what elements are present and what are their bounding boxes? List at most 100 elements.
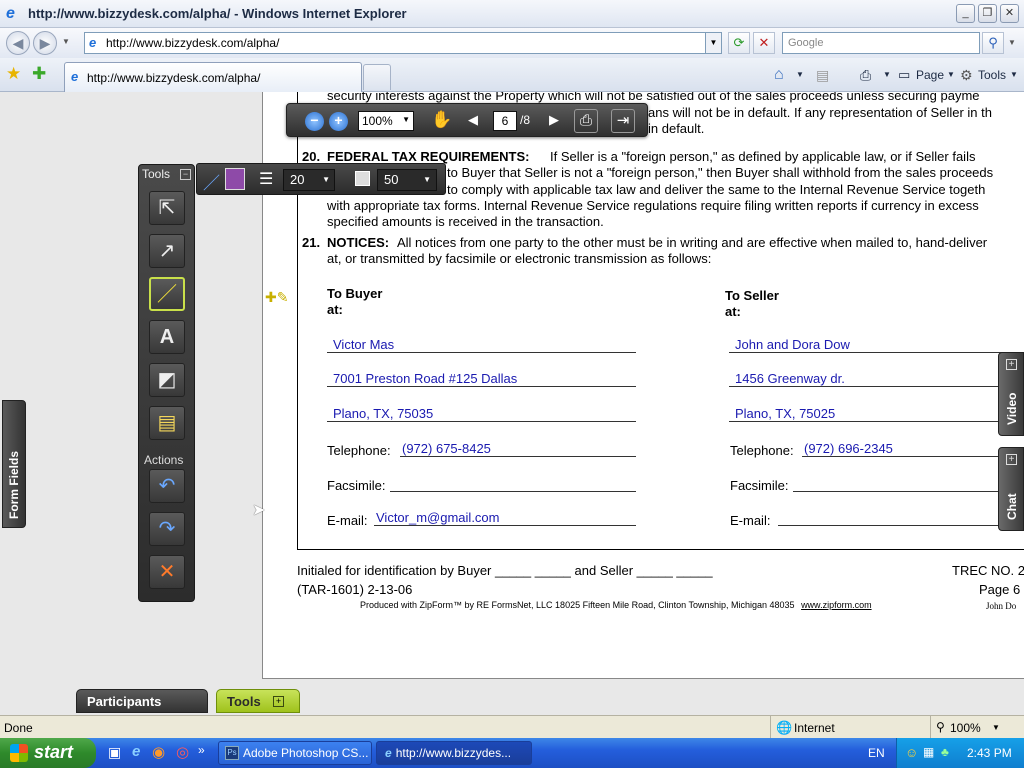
buyer-facsimile-field[interactable] bbox=[390, 476, 636, 492]
language-indicator[interactable]: EN bbox=[868, 746, 885, 760]
doc-line: security interests against the Property … bbox=[327, 92, 980, 103]
doc-line: specified amounts is received in the tra… bbox=[327, 214, 604, 229]
system-tray: ☺ ▦ ♣ 2:43 PM bbox=[896, 738, 1024, 768]
taskbar-item-ie[interactable]: e http://www.bizzydes... bbox=[376, 741, 532, 765]
tools-dropdown-icon[interactable]: ▼ bbox=[1010, 64, 1018, 86]
pen-tool-icon[interactable]: ／ bbox=[149, 277, 185, 311]
seller-address2-field[interactable]: Plano, TX, 75025 bbox=[729, 406, 1024, 422]
seller-name-field[interactable]: John and Dora Dow bbox=[729, 337, 1024, 353]
close-button[interactable]: ✕ bbox=[1000, 4, 1019, 23]
address-input[interactable]: e http://www.bizzydesk.com/alpha/ ▼ bbox=[84, 32, 722, 54]
taskbar-item-photoshop[interactable]: Ps Adobe Photoshop CS... bbox=[218, 741, 372, 765]
search-icon[interactable]: ⚲ bbox=[982, 32, 1004, 54]
address-url[interactable]: http://www.bizzydesk.com/alpha/ bbox=[106, 36, 279, 50]
seller-email-field[interactable] bbox=[778, 510, 1024, 526]
participants-tab[interactable]: Participants bbox=[76, 689, 208, 713]
previous-page-icon[interactable]: ◀ bbox=[468, 112, 478, 128]
page-number-input[interactable]: 6 bbox=[493, 111, 517, 131]
minimize-button[interactable]: _ bbox=[956, 4, 975, 23]
search-options-icon[interactable]: ▼ bbox=[1008, 38, 1016, 47]
text-tool-icon[interactable]: A bbox=[149, 320, 185, 354]
doc-line: to Buyer that Seller is not a "foreign p… bbox=[447, 165, 994, 180]
opacity-select[interactable]: 50 ▼ bbox=[377, 169, 437, 191]
seller-facsimile-field[interactable] bbox=[793, 476, 1024, 492]
buyer-email-field[interactable]: Victor_m@gmail.com bbox=[374, 510, 636, 526]
video-tab[interactable]: + Video bbox=[998, 352, 1024, 436]
page-dropdown-icon[interactable]: ▼ bbox=[947, 64, 955, 86]
quicklaunch-opera-icon[interactable]: ◎ bbox=[176, 743, 189, 761]
delete-icon[interactable]: ✕ bbox=[149, 555, 185, 589]
opacity-dropdown-icon: ▼ bbox=[423, 175, 431, 184]
mouse-cursor-icon: ➤ bbox=[252, 502, 266, 519]
quicklaunch-ie-icon[interactable]: e bbox=[132, 743, 140, 760]
zoom-in-button[interactable]: + bbox=[329, 112, 348, 131]
quicklaunch-explorer-icon[interactable]: ▣ bbox=[108, 744, 121, 761]
form-fields-tab[interactable]: Form Fields bbox=[2, 400, 26, 528]
history-dropdown-icon[interactable]: ▼ bbox=[62, 37, 70, 46]
print-document-icon[interactable]: ⎙ bbox=[574, 109, 598, 133]
select-tool-icon[interactable]: ⇱ bbox=[149, 191, 185, 225]
zipform-link[interactable]: www.zipform.com bbox=[801, 600, 872, 610]
stop-icon[interactable]: ✕ bbox=[753, 32, 775, 54]
pen-color-picker[interactable] bbox=[225, 168, 245, 190]
search-input[interactable]: Google bbox=[782, 32, 980, 54]
undo-icon[interactable]: ↶ bbox=[149, 469, 185, 503]
note-tool-icon[interactable]: ▤ bbox=[149, 406, 185, 440]
status-bar: Done 🌐 Internet ⚲ 100% ▼ bbox=[0, 715, 1024, 738]
forward-button[interactable]: ▶ bbox=[33, 31, 57, 55]
chat-tab[interactable]: + Chat bbox=[998, 447, 1024, 531]
page-menu[interactable]: Page bbox=[916, 64, 944, 86]
print-icon[interactable]: ⎙ bbox=[860, 64, 871, 86]
buyer-name-field[interactable]: Victor Mas bbox=[327, 337, 636, 353]
tab-bizzydesk[interactable]: e http://www.bizzydesk.com/alpha/ bbox=[64, 62, 362, 92]
tray-network-icon[interactable]: ▦ bbox=[923, 745, 934, 759]
new-tab-button[interactable] bbox=[363, 64, 391, 90]
tools-panel-minimize-icon[interactable]: − bbox=[180, 169, 191, 180]
section-box-bottom bbox=[297, 549, 1024, 550]
start-button[interactable]: start bbox=[0, 738, 96, 768]
window-title-bar: e http://www.bizzydesk.com/alpha/ - Wind… bbox=[0, 0, 1024, 28]
seller-heading: To Seller bbox=[725, 288, 779, 303]
back-button[interactable]: ◀ bbox=[6, 31, 30, 55]
add-favorite-icon[interactable]: ✚ bbox=[32, 64, 46, 84]
home-icon[interactable]: ⌂ bbox=[774, 64, 784, 86]
buyer-telephone-field[interactable]: (972) 675-8425 bbox=[400, 441, 636, 457]
address-dropdown-icon[interactable]: ▼ bbox=[705, 33, 721, 53]
doc-line: with appropriate tax forms. Internal Rev… bbox=[327, 198, 979, 213]
tab-ie-icon: e bbox=[71, 69, 79, 84]
favorites-star-icon[interactable]: ★ bbox=[6, 64, 21, 84]
tar-number: (TAR-1601) 2-13-06 bbox=[297, 582, 413, 597]
print-dropdown-icon[interactable]: ▼ bbox=[883, 64, 891, 86]
seller-email-label: E-mail: bbox=[730, 513, 771, 528]
redo-icon[interactable]: ↷ bbox=[149, 512, 185, 546]
quicklaunch-firefox-icon[interactable]: ◉ bbox=[152, 743, 165, 761]
tools-menu[interactable]: Tools bbox=[978, 64, 1006, 86]
buyer-address1-field[interactable]: 7001 Preston Road #125 Dallas bbox=[327, 371, 636, 387]
next-page-icon[interactable]: ▶ bbox=[549, 112, 559, 128]
hand-pan-icon[interactable]: ✋ bbox=[431, 110, 452, 130]
opacity-icon bbox=[355, 171, 370, 186]
seller-telephone-field[interactable]: (972) 696-2345 bbox=[802, 441, 1024, 457]
shape-tool-icon[interactable]: ◩ bbox=[149, 363, 185, 397]
status-zoom[interactable]: 100% bbox=[950, 721, 981, 735]
quicklaunch-more-icon[interactable]: » bbox=[198, 743, 205, 757]
seller-address1-field[interactable]: 1456 Greenway dr. bbox=[729, 371, 1024, 387]
tray-messenger-icon[interactable]: ☺ bbox=[905, 745, 918, 760]
refresh-icon[interactable]: ⟳ bbox=[728, 32, 750, 54]
buyer-facsimile-label: Facsimile: bbox=[327, 478, 386, 493]
export-icon[interactable]: ⇥ bbox=[611, 109, 635, 133]
video-expand-icon: + bbox=[1006, 359, 1017, 370]
buyer-address2-field[interactable]: Plano, TX, 75035 bbox=[327, 406, 636, 422]
arrow-tool-icon[interactable]: ↗ bbox=[149, 234, 185, 268]
zoom-out-button[interactable]: − bbox=[305, 112, 324, 131]
zoom-select[interactable]: 100% ▼ bbox=[358, 111, 414, 131]
maximize-button[interactable]: ❐ bbox=[978, 4, 997, 23]
footer-name: John Do bbox=[986, 601, 1017, 611]
pen-size-select[interactable]: 20 ▼ bbox=[283, 169, 335, 191]
status-zoom-dropdown-icon[interactable]: ▼ bbox=[992, 723, 1000, 732]
tools-bottom-tab[interactable]: Tools + bbox=[216, 689, 300, 713]
home-dropdown-icon[interactable]: ▼ bbox=[796, 64, 804, 86]
clock: 2:43 PM bbox=[967, 746, 1012, 760]
tray-app-icon[interactable]: ♣ bbox=[941, 745, 949, 759]
feeds-icon[interactable]: ▤ bbox=[816, 64, 829, 86]
